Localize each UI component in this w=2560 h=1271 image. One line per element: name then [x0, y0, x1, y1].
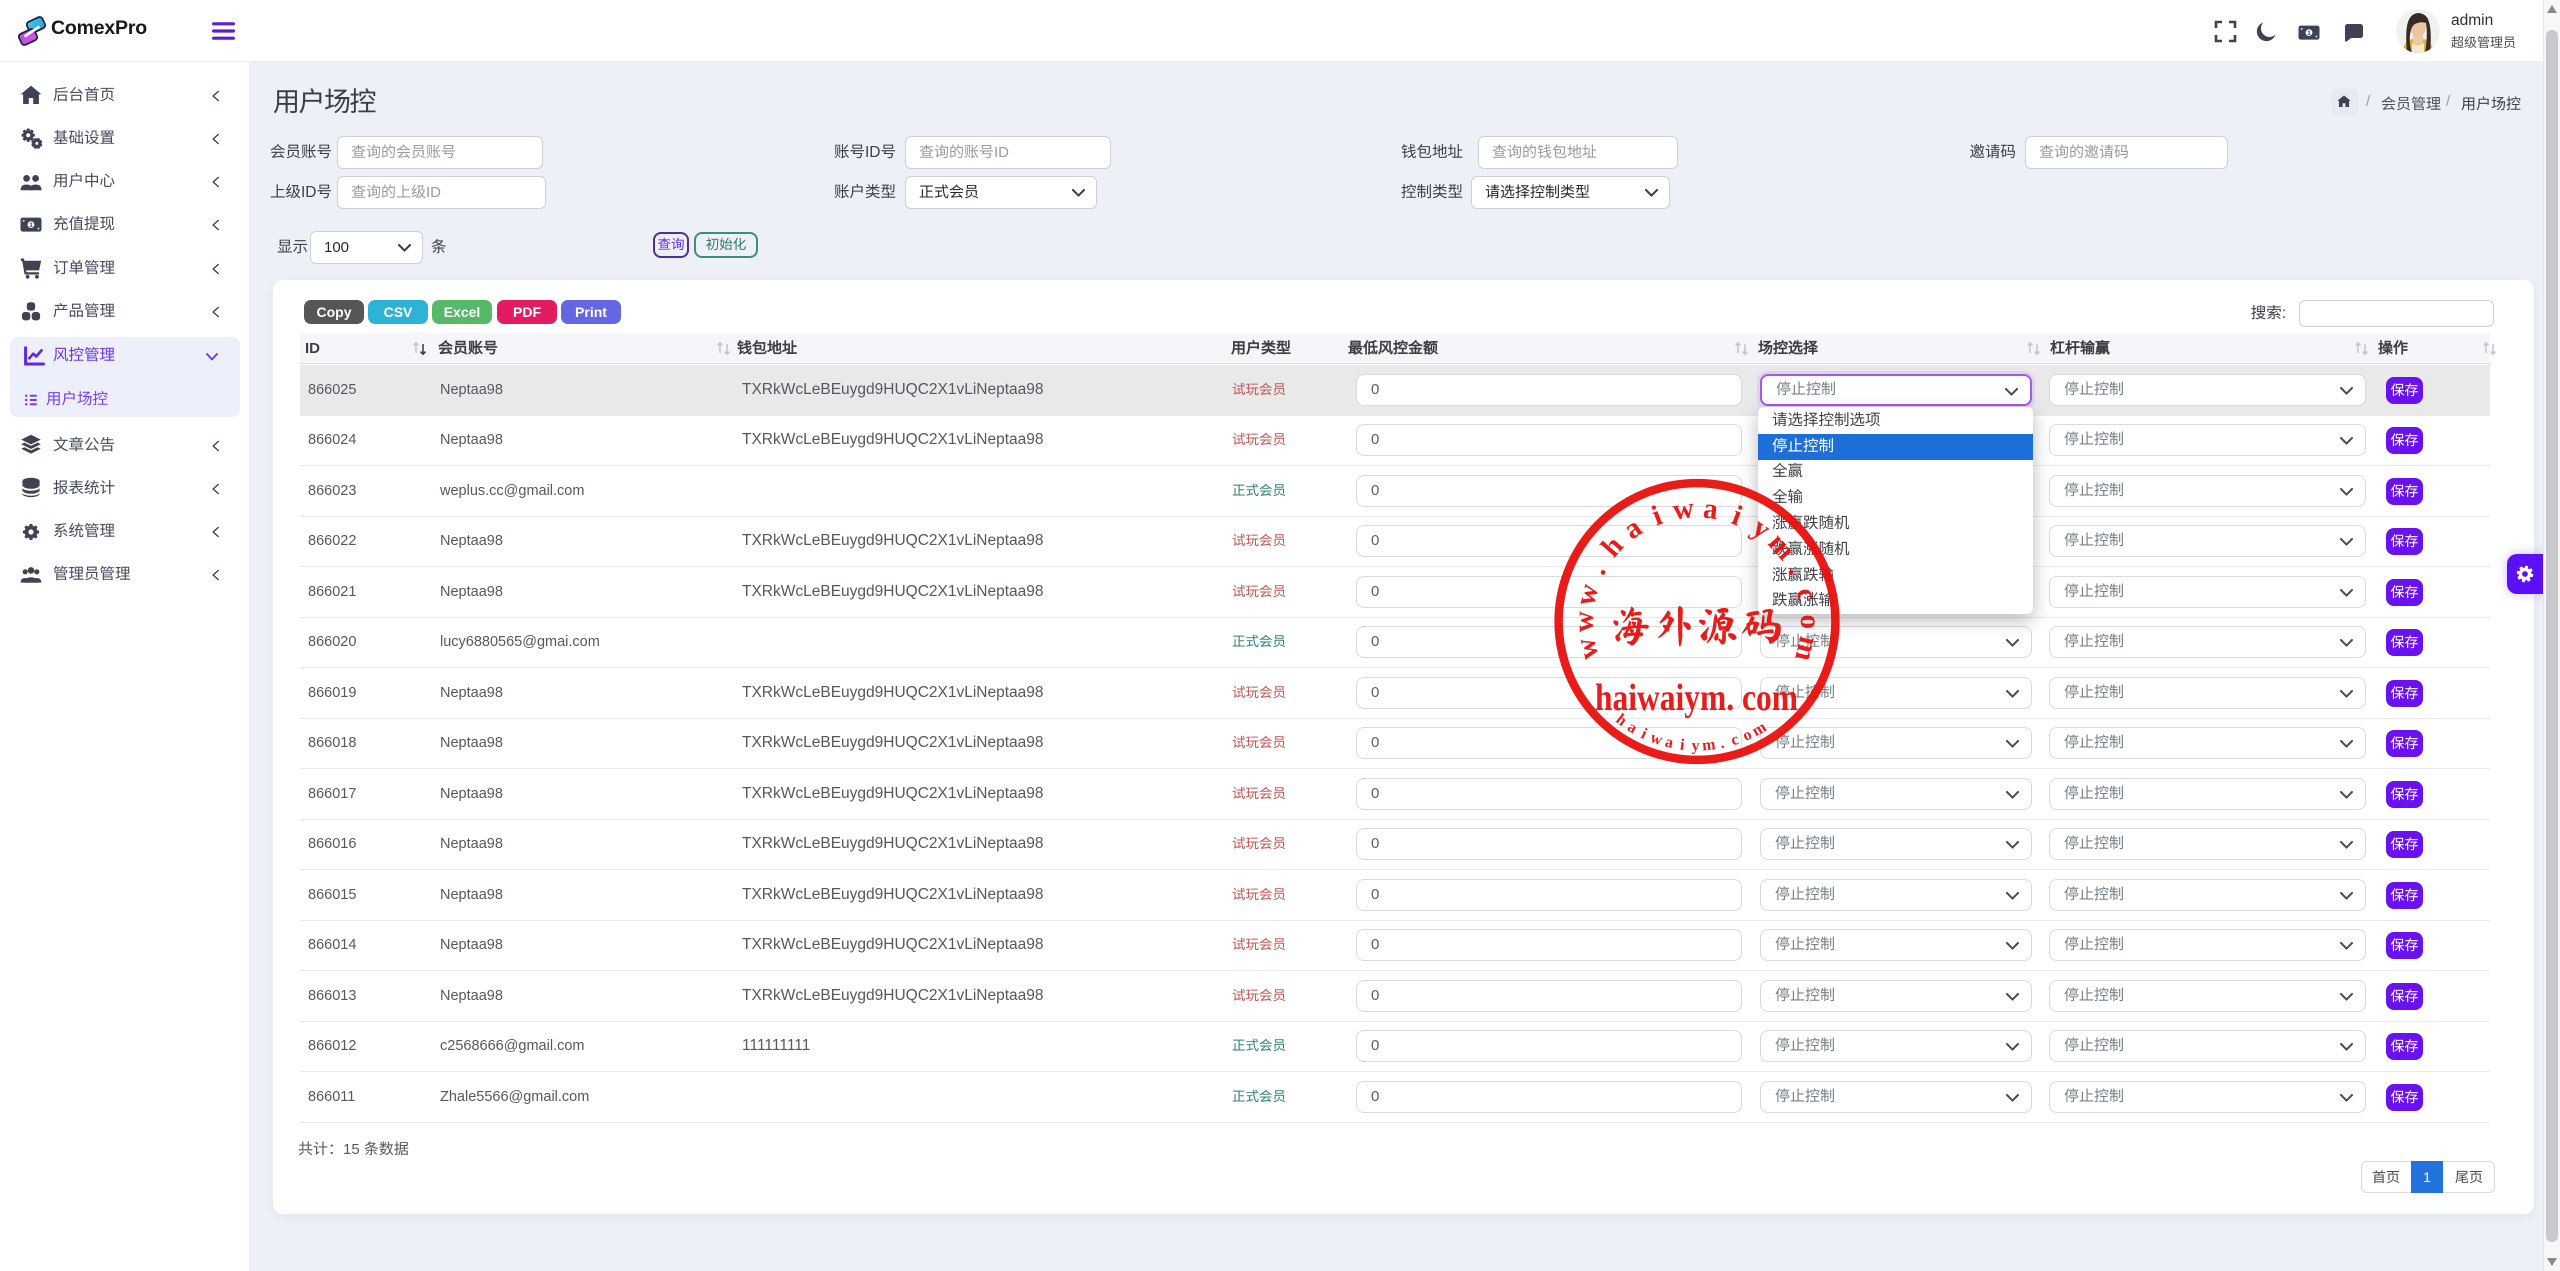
- svg-text:w: w: [1569, 581, 1605, 609]
- svg-text:o: o: [1794, 614, 1826, 629]
- svg-text:haiwaiym. com: haiwaiym. com: [1595, 677, 1798, 719]
- svg-text:.: .: [1781, 559, 1813, 580]
- svg-text:w: w: [1569, 635, 1605, 663]
- svg-text:w: w: [1648, 729, 1665, 749]
- svg-text:y: y: [1691, 737, 1699, 754]
- svg-text:1: 1: [2307, 30, 2311, 37]
- svg-text:h: h: [1595, 530, 1630, 563]
- svg-text:i: i: [1728, 499, 1747, 532]
- svg-text:.: .: [1718, 735, 1725, 752]
- svg-text:a: a: [1663, 734, 1675, 752]
- svg-text:c: c: [1729, 731, 1741, 749]
- svg-text:海外源码: 海外源码: [1610, 605, 1784, 647]
- svg-text:a: a: [1702, 493, 1721, 527]
- svg-text:m: m: [1701, 736, 1717, 754]
- svg-text:a: a: [1618, 511, 1649, 546]
- svg-text:i: i: [1647, 499, 1666, 532]
- svg-text:w: w: [1568, 611, 1600, 632]
- svg-text:c: c: [1790, 585, 1824, 605]
- svg-text:m: m: [1788, 633, 1825, 664]
- svg-text:a: a: [1624, 719, 1640, 738]
- svg-text:w: w: [1671, 492, 1696, 526]
- svg-text:i: i: [1679, 736, 1686, 753]
- svg-text:1: 1: [29, 222, 33, 229]
- svg-text:i: i: [1638, 725, 1650, 743]
- svg-text:.: .: [1581, 559, 1613, 580]
- svg-text:m: m: [1762, 527, 1802, 566]
